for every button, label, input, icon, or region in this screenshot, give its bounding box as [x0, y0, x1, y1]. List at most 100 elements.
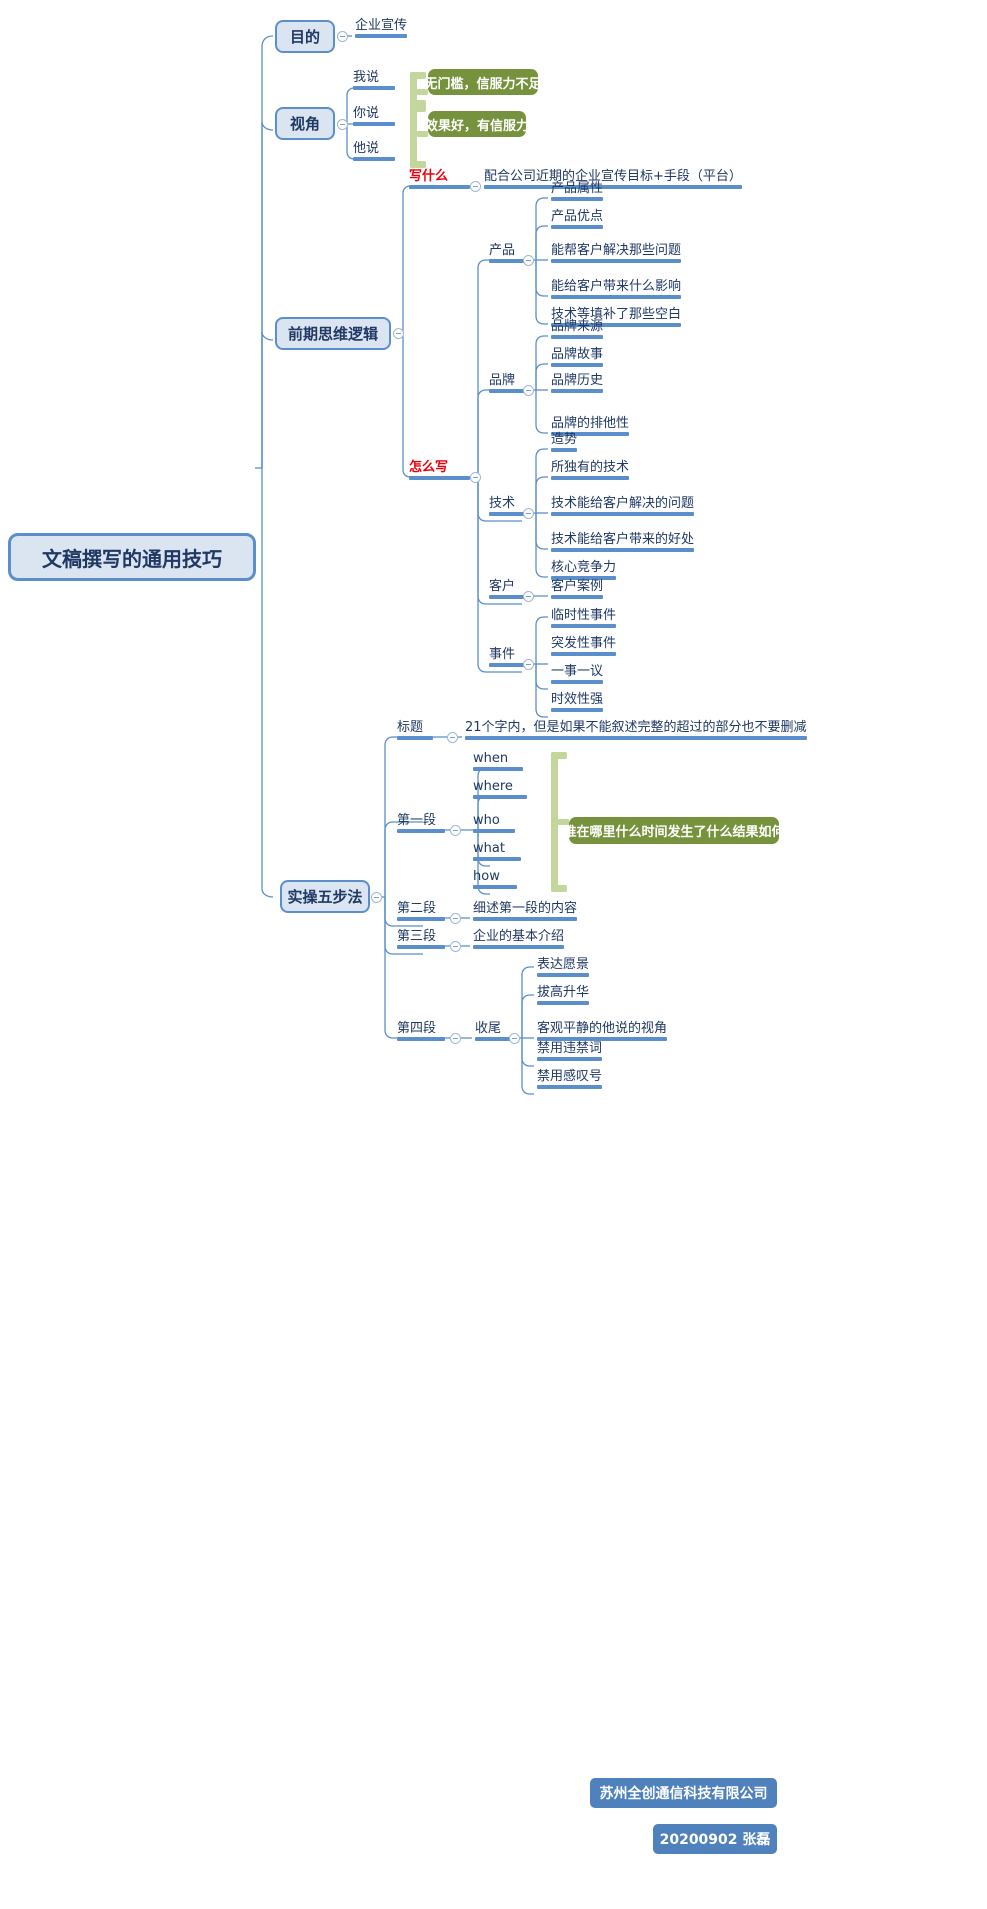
node-step-dierduan[interactable]: 第二段: [394, 901, 448, 923]
bracket-cap-top: [410, 100, 426, 107]
collapse-toggle-biaoti[interactable]: [447, 732, 458, 743]
node-chanpin-item-2[interactable]: 能帮客户解决那些问题: [548, 243, 684, 265]
node-label: 细述第一段的内容: [473, 901, 578, 916]
node-jishu-item-0[interactable]: 造势: [548, 432, 580, 454]
collapse-toggle-pinpai[interactable]: [523, 385, 534, 396]
bracket-cap-bottom: [410, 161, 426, 168]
node-chanpin-item-3[interactable]: 能给客户带来什么影响: [548, 279, 684, 301]
collapse-toggle-xieshenme[interactable]: [470, 181, 481, 192]
node-group-jishu[interactable]: 技术: [486, 496, 528, 518]
node-pinpai-item-2[interactable]: 品牌历史: [548, 373, 606, 395]
node-label: 产品: [489, 243, 516, 258]
footer-company-label: 苏州全创通信科技有限公司: [599, 1786, 768, 1802]
node-label: 21个字内，但是如果不能叙述完整的超过的部分也不要删减: [465, 720, 807, 735]
bracket-bar: [551, 752, 558, 892]
node-zenmexie[interactable]: 怎么写: [406, 460, 473, 482]
node-shijian-item-0[interactable]: 临时性事件: [548, 608, 619, 630]
node-step-disanduan[interactable]: 第三段: [394, 929, 448, 951]
node-label: 技术能给客户带来的好处: [551, 532, 695, 547]
collapse-toggle-mudi[interactable]: [337, 31, 348, 42]
node-jishu-item-3[interactable]: 技术能给客户带来的好处: [548, 532, 697, 554]
node-kehu-item-0[interactable]: 客户案例: [548, 579, 606, 601]
node-chanpin-item-1[interactable]: 产品优点: [548, 209, 606, 231]
collapse-toggle-kehu[interactable]: [523, 591, 534, 602]
collapse-toggle-chanpin[interactable]: [523, 255, 534, 266]
node-group-shijian[interactable]: 事件: [486, 647, 528, 669]
callout-diyiduan[interactable]: 谁在哪里什么时间发生了什么结果如何: [564, 817, 785, 844]
node-shouwei-item-3[interactable]: 禁用违禁词: [534, 1041, 605, 1063]
node-chanpin-item-0[interactable]: 产品属性: [548, 181, 606, 203]
node-shijian-item-2[interactable]: 一事一议: [548, 664, 606, 686]
callout-wumenkan[interactable]: 无门槛，信服力不足: [425, 69, 542, 95]
node-shouwei[interactable]: 收尾: [472, 1021, 514, 1043]
node-label: 临时性事件: [551, 608, 617, 623]
callout-xiaoguohao[interactable]: 效果好，有信服力: [425, 111, 529, 137]
node-shouwei-item-1[interactable]: 拔高升华: [534, 985, 592, 1007]
node-group-pinpai[interactable]: 品牌: [486, 373, 528, 395]
collapse-toggle-shijiao[interactable]: [337, 119, 348, 130]
collapse-toggle-shouwei[interactable]: [509, 1033, 520, 1044]
green-bracket-lower: [410, 100, 428, 168]
node-diyiduan-item-what[interactable]: what: [470, 841, 524, 863]
node-woshuo[interactable]: 我说: [350, 70, 398, 92]
node-label: 时效性强: [551, 692, 604, 707]
node-label: 突发性事件: [551, 636, 617, 651]
node-label: 第四段: [397, 1021, 437, 1036]
collapse-toggle-dierduan[interactable]: [450, 913, 461, 924]
collapse-toggle-jishu[interactable]: [523, 508, 534, 519]
node-label: 品牌: [489, 373, 516, 388]
node-pinpai-item-1[interactable]: 品牌故事: [548, 347, 606, 369]
node-label: 表达愿景: [537, 957, 590, 972]
collapse-toggle-qianqi[interactable]: [393, 328, 404, 339]
node-label: 造势: [551, 432, 578, 447]
node-step-diyiduan[interactable]: 第一段: [394, 813, 448, 835]
node-label: 能帮客户解决那些问题: [551, 243, 682, 258]
branch-node-shijiao[interactable]: 视角: [275, 107, 335, 140]
connector-lines: [255, 35, 548, 1095]
branch-label-shijiao: 视角: [289, 115, 320, 133]
node-qiyexuanchuan[interactable]: 企业宣传: [352, 18, 410, 40]
collapse-toggle-disiduan[interactable]: [450, 1033, 461, 1044]
branch-label-mudi: 目的: [289, 28, 320, 46]
node-nishuo[interactable]: 你说: [350, 106, 398, 128]
node-shouwei-item-0[interactable]: 表达愿景: [534, 957, 592, 979]
node-shouwei-item-2[interactable]: 客观平静的他说的视角: [534, 1021, 670, 1043]
node-xieshenme-detail[interactable]: 配合公司近期的企业宣传目标+手段（平台）: [481, 169, 745, 191]
node-shouwei-item-4[interactable]: 禁用感叹号: [534, 1069, 605, 1091]
node-pinpai-item-0[interactable]: 品牌来源: [548, 319, 606, 341]
node-diyiduan-item-who[interactable]: who: [470, 813, 518, 835]
branch-node-shicao[interactable]: 实操五步法: [280, 880, 370, 913]
collapse-toggle-disanduan[interactable]: [450, 941, 461, 952]
branch-label-shicao: 实操五步法: [287, 888, 363, 906]
node-jishu-item-2[interactable]: 技术能给客户解决的问题: [548, 496, 697, 518]
node-step-disiduan[interactable]: 第四段: [394, 1021, 448, 1043]
node-diyiduan-item-where[interactable]: where: [470, 779, 530, 801]
collapse-toggle-shicao[interactable]: [371, 892, 382, 903]
node-label: 收尾: [475, 1021, 502, 1036]
node-jishu-item-1[interactable]: 所独有的技术: [548, 460, 632, 482]
node-dierduan-detail[interactable]: 细述第一段的内容: [470, 901, 580, 923]
branch-node-qianqi[interactable]: 前期思维逻辑: [275, 317, 391, 350]
node-label: 产品优点: [551, 209, 604, 224]
branch-label-qianqi: 前期思维逻辑: [287, 325, 378, 343]
node-diyiduan-item-how[interactable]: how: [470, 869, 520, 891]
root-node[interactable]: 文稿撰写的通用技巧: [8, 533, 256, 581]
collapse-toggle-zenmexie[interactable]: [470, 472, 481, 483]
node-diyiduan-item-when[interactable]: when: [470, 751, 526, 773]
node-tashuo[interactable]: 他说: [350, 141, 398, 163]
node-shijian-item-1[interactable]: 突发性事件: [548, 636, 619, 658]
collapse-toggle-shijian[interactable]: [523, 659, 534, 670]
node-step-biaoti[interactable]: 标题: [394, 720, 436, 742]
node-disanduan-detail[interactable]: 企业的基本介绍: [470, 929, 567, 951]
node-xieshenme[interactable]: 写什么: [406, 169, 473, 191]
node-biaoti-detail[interactable]: 21个字内，但是如果不能叙述完整的超过的部分也不要删减: [462, 720, 810, 742]
branch-node-mudi[interactable]: 目的: [275, 20, 335, 53]
collapse-toggle-diyiduan[interactable]: [450, 825, 461, 836]
node-label: 客户: [489, 579, 516, 594]
node-group-chanpin[interactable]: 产品: [486, 243, 528, 265]
node-group-kehu[interactable]: 客户: [486, 579, 528, 601]
node-shijian-item-3[interactable]: 时效性强: [548, 692, 606, 714]
node-label: 能给客户带来什么影响: [551, 279, 682, 294]
node-label: 配合公司近期的企业宣传目标+手段（平台）: [484, 169, 742, 184]
node-label: 第一段: [397, 813, 437, 828]
